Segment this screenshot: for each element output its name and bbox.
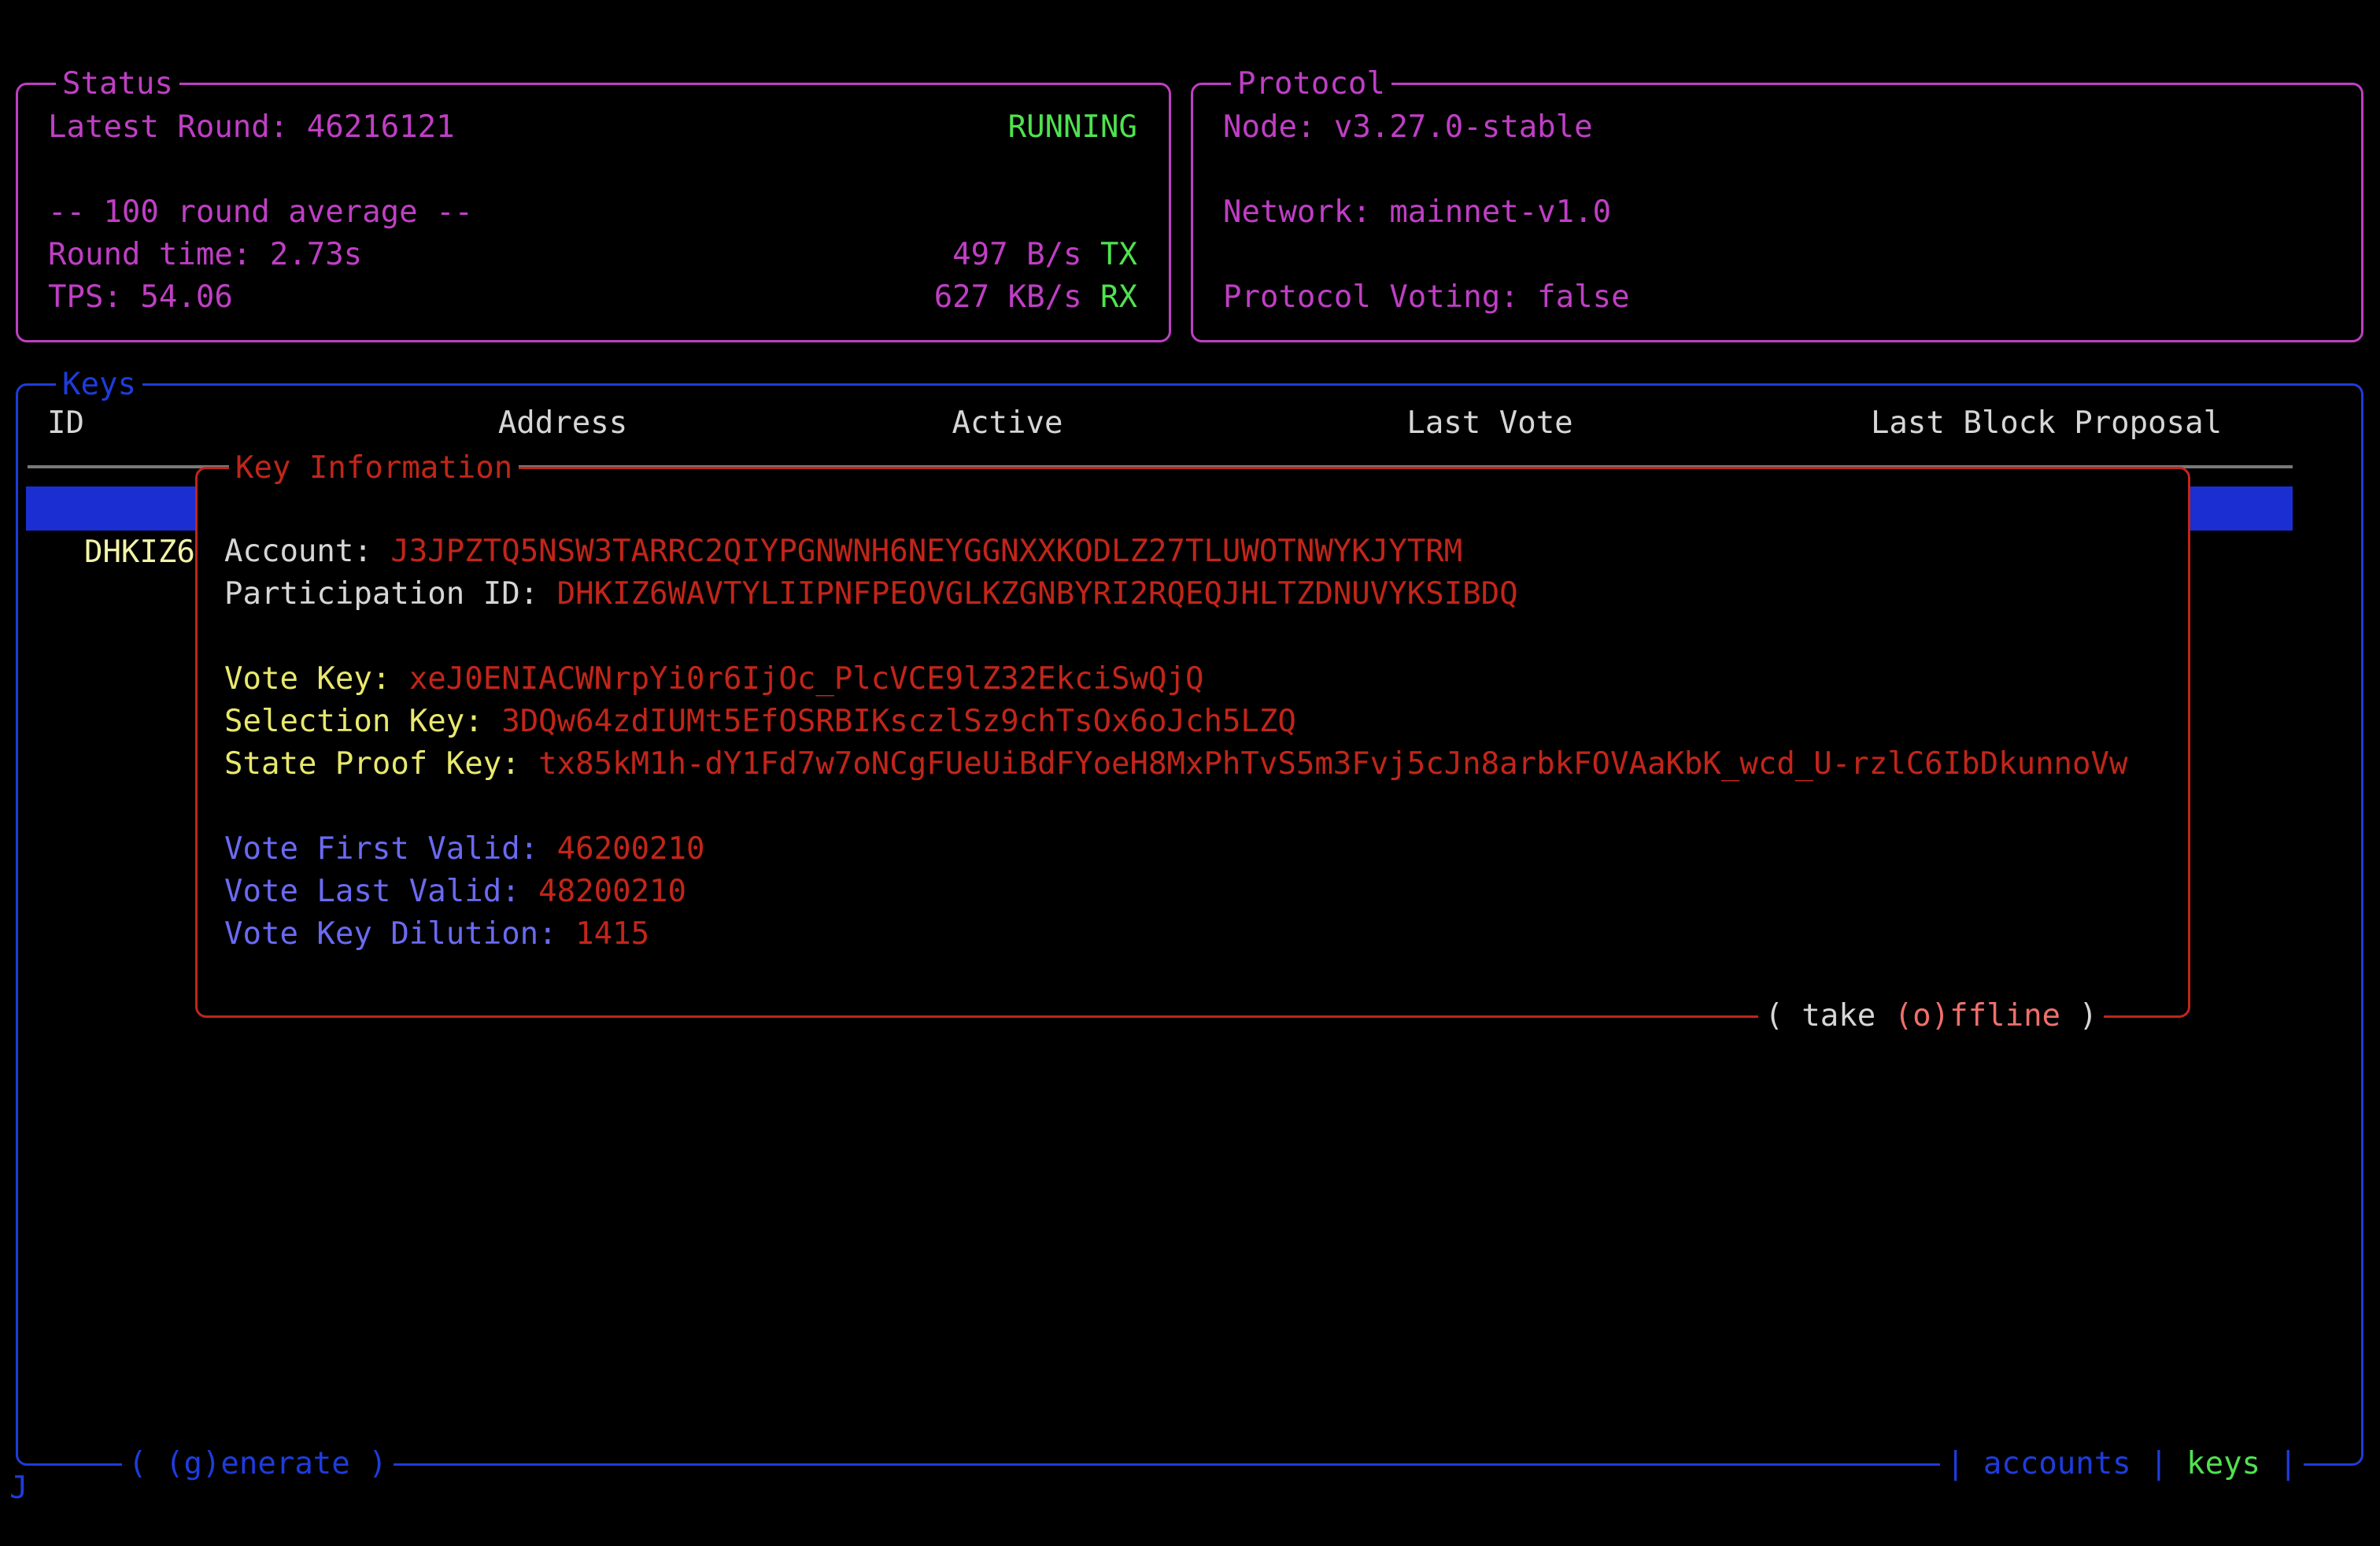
node-state-badge: RUNNING <box>1008 106 1137 149</box>
tps: TPS: 54.06 <box>48 276 233 319</box>
latest-round-row: Latest Round: 46216121 RUNNING <box>48 106 1137 149</box>
blank-row <box>224 488 2188 531</box>
node-version-label: Node: <box>1223 109 1315 145</box>
protocol-voting: Protocol Voting: false <box>1223 276 1630 319</box>
participation-id-value: DHKIZ6WAVTYLIIPNFPEOVGLKZGNBYRI2RQEQJHLT… <box>557 576 1518 612</box>
protocol-voting-label: Protocol Voting: <box>1223 279 1519 315</box>
generate-button[interactable]: ( (g)enerate ) <box>122 1443 394 1485</box>
nav-tab-accounts[interactable]: accounts <box>1983 1446 2131 1481</box>
blank-row <box>224 616 2188 658</box>
column-header-active: Active <box>952 402 1063 445</box>
latest-round: Latest Round: 46216121 <box>48 106 455 149</box>
rx-rate-value: 627 KB/s <box>934 279 1082 315</box>
column-header-id: ID <box>47 402 84 445</box>
vote-last-valid-value: 48200210 <box>538 874 686 909</box>
nav-separator: | <box>1946 1446 1964 1481</box>
selection-key-label: Selection Key: <box>224 704 483 739</box>
key-information-modal: Key Information Account: J3JPZTQ5NSW3TAR… <box>195 467 2190 1018</box>
vote-last-valid-row: Vote Last Valid: 48200210 <box>224 871 2188 913</box>
take-offline-button[interactable]: ( take (o)ffline ) <box>1758 995 2104 1037</box>
bottom-nav: | accounts | keys | <box>1940 1443 2304 1485</box>
network-label: Network: <box>1223 194 1371 230</box>
state-proof-key-label: State Proof Key: <box>224 746 520 782</box>
vote-last-valid-label: Vote Last Valid: <box>224 874 520 909</box>
tx-rate-value: 497 B/s <box>952 237 1081 272</box>
vote-key-dilution-row: Vote Key Dilution: 1415 <box>224 913 2188 956</box>
network: Network: mainnet-v1.0 <box>1223 191 1611 234</box>
latest-round-label: Latest Round: <box>48 109 288 145</box>
round-average-header-row: -- 100 round average -- <box>48 191 1137 234</box>
latest-round-value: 46216121 <box>307 109 455 145</box>
selected-key-row-id: DHKIZ6W <box>84 534 213 570</box>
tx-unit-label: TX <box>1100 237 1137 272</box>
account-value: J3JPZTQ5NSW3TARRC2QIYPGNWNH6NEYGGNXXKODL… <box>390 534 1462 569</box>
rx-unit-label: RX <box>1100 279 1137 315</box>
key-information-content: Account: J3JPZTQ5NSW3TARRC2QIYPGNWNH6NEY… <box>198 469 2188 1015</box>
node-version: Node: v3.27.0-stable <box>1223 106 1593 149</box>
column-header-address: Address <box>498 402 627 445</box>
nav-separator: | <box>2279 1446 2297 1481</box>
selection-key-row: Selection Key: 3DQw64zdIUMt5EfOSRBIKsczl… <box>224 701 2188 743</box>
vote-key-dilution-value: 1415 <box>575 916 649 952</box>
blank-row <box>1223 234 2330 276</box>
rx-rate: 627 KB/s RX <box>934 276 1137 319</box>
blank-row <box>48 149 1137 191</box>
protocol-pane-content: Node: v3.27.0-stable Network: mainnet-v1… <box>1193 85 2361 340</box>
protocol-pane: Protocol Node: v3.27.0-stable Network: m… <box>1191 83 2363 342</box>
take-offline-pre: ( take <box>1765 998 1894 1034</box>
participation-id-label: Participation ID: <box>224 576 538 612</box>
keys-table-header: ID Address Active Last Vote Last Block P… <box>0 402 2380 445</box>
node-version-value: v3.27.0-stable <box>1334 109 1593 145</box>
tps-value: 54.06 <box>140 279 232 315</box>
column-header-last-block-proposal: Last Block Proposal <box>1871 402 2222 445</box>
take-offline-post: ) <box>2060 998 2097 1034</box>
tx-rate: 497 B/s TX <box>952 234 1137 276</box>
blank-row <box>1223 149 2330 191</box>
column-header-last-vote: Last Vote <box>1406 402 1572 445</box>
vote-first-valid-row: Vote First Valid: 46200210 <box>224 828 2188 871</box>
selection-key-value: 3DQw64zdIUMt5EfOSRBIKsczlSz9chTsOx6oJch5… <box>501 704 1296 739</box>
round-time-row: Round time: 2.73s 497 B/s TX <box>48 234 1137 276</box>
status-pane-content: Latest Round: 46216121 RUNNING -- 100 ro… <box>18 85 1169 340</box>
network-value: mainnet-v1.0 <box>1389 194 1611 230</box>
vote-first-valid-label: Vote First Valid: <box>224 831 538 867</box>
keys-pane-title: Keys <box>56 364 142 406</box>
nav-separator: | <box>2149 1446 2168 1481</box>
participation-id-row: Participation ID: DHKIZ6WAVTYLIIPNFPEOVG… <box>224 573 2188 616</box>
blank-row <box>224 786 2188 828</box>
network-row: Network: mainnet-v1.0 <box>1223 191 2330 234</box>
state-proof-key-row: State Proof Key: tx85kM1h-dY1Fd7w7oNCgFU… <box>224 743 2188 786</box>
vote-first-valid-value: 46200210 <box>557 831 705 867</box>
account-row: Account: J3JPZTQ5NSW3TARRC2QIYPGNWNH6NEY… <box>224 531 2188 573</box>
take-offline-hotkey: (o)ffline <box>1894 998 2060 1034</box>
round-time-label: Round time: <box>48 237 251 272</box>
round-average-header: -- 100 round average -- <box>48 191 473 234</box>
round-time-value: 2.73s <box>270 237 362 272</box>
stray-border-char: J <box>9 1467 28 1510</box>
protocol-voting-value: false <box>1537 279 1629 315</box>
state-proof-key-value: tx85kM1h-dY1Fd7w7oNCgFUeUiBdFYoeH8MxPhTv… <box>538 746 2127 782</box>
vote-key-label: Vote Key: <box>224 661 390 697</box>
vote-key-dilution-label: Vote Key Dilution: <box>224 916 557 952</box>
round-time: Round time: 2.73s <box>48 234 362 276</box>
status-pane: Status Latest Round: 46216121 RUNNING --… <box>16 83 1171 342</box>
vote-key-row: Vote Key: xeJ0ENIACWNrpYi0r6IjOc_PlcVCE9… <box>224 658 2188 701</box>
tps-label: TPS: <box>48 279 122 315</box>
vote-key-value: xeJ0ENIACWNrpYi0r6IjOc_PlcVCE9lZ32EkciSw… <box>409 661 1204 697</box>
tps-row: TPS: 54.06 627 KB/s RX <box>48 276 1137 319</box>
protocol-voting-row: Protocol Voting: false <box>1223 276 2330 319</box>
account-label: Account: <box>224 534 372 569</box>
node-version-row: Node: v3.27.0-stable <box>1223 106 2330 149</box>
nav-tab-keys[interactable]: keys <box>2186 1446 2260 1481</box>
